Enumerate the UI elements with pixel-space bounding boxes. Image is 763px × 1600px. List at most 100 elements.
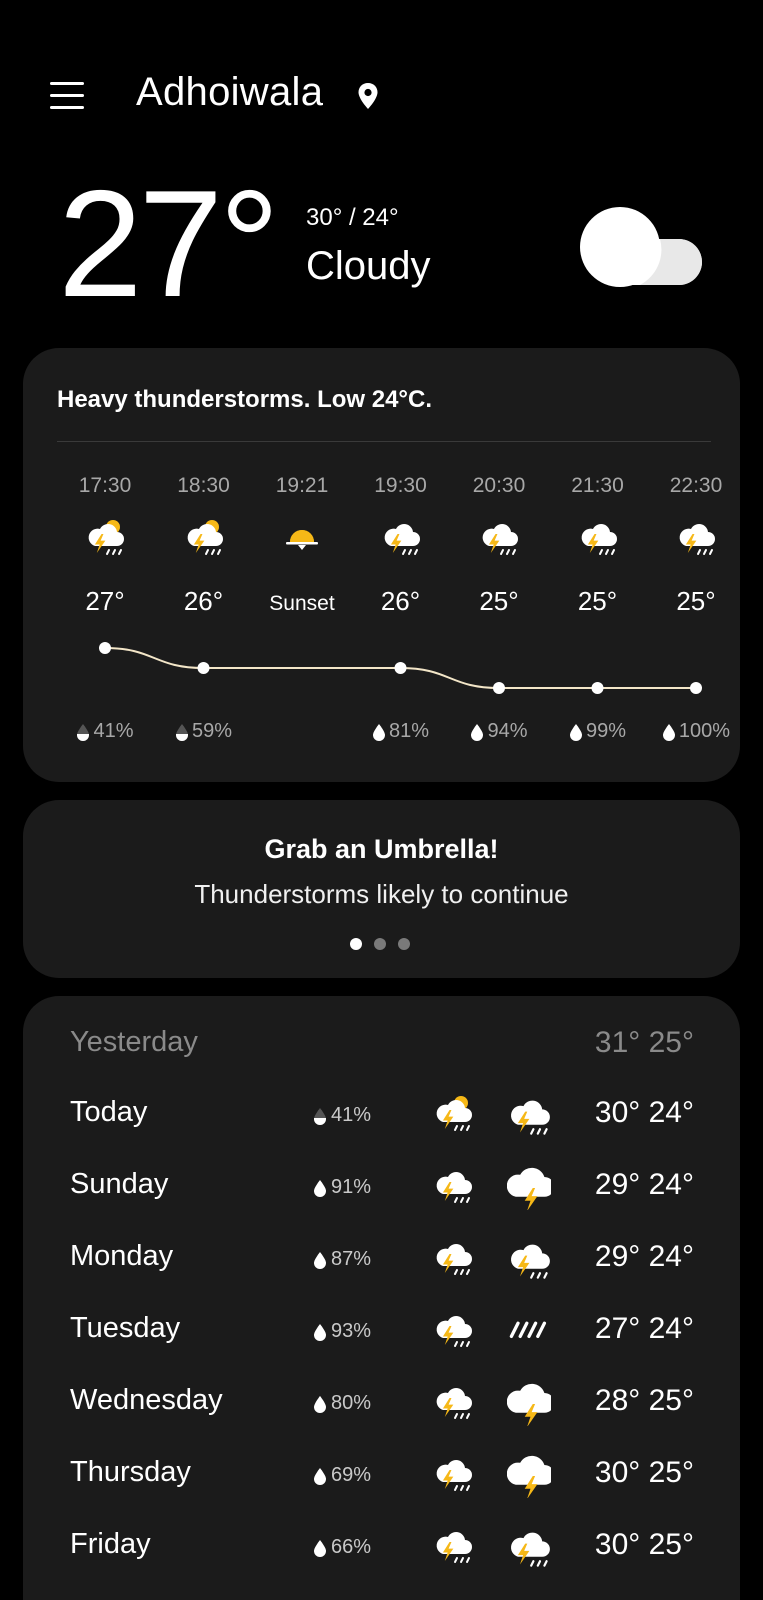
hour-precipitation: 100% (646, 720, 740, 743)
precipitation-value: 93% (331, 1320, 372, 1342)
hourly-strip[interactable]: 17:30 27° 41% 18:30 26° 59% 19:21 Sunset 19:3… (23, 348, 740, 782)
day-precipitation: 80% (313, 1392, 371, 1415)
thunderstorm-icon (436, 1460, 472, 1491)
hour-icon (252, 518, 352, 562)
page-dot-3[interactable] (398, 938, 410, 950)
day-row[interactable]: Today 41% 30° 24° (23, 1082, 740, 1154)
hour-icon (154, 518, 254, 562)
precipitation-value: 81% (388, 720, 430, 742)
day-temperatures: 27° 24° (594, 1312, 694, 1345)
thunderstorm-sun-icon (88, 520, 124, 555)
hour-precipitation: 41% (55, 720, 155, 743)
day-precipitation: 93% (313, 1320, 371, 1343)
day-icon (433, 1454, 473, 1496)
day-name: Sunday (70, 1168, 169, 1200)
thunderstorm-icon (436, 1172, 472, 1203)
temperature-trend-graph (99, 642, 702, 694)
trend-point (394, 662, 407, 674)
location-pin-icon (358, 83, 378, 109)
thunderstorm-icon (384, 524, 420, 555)
precipitation-value: 41% (331, 1104, 372, 1126)
hour-time: 19:30 (374, 474, 427, 497)
day-temperatures: 30° 25° (594, 1456, 694, 1489)
hour-temperature: 25° (577, 586, 618, 616)
day-row[interactable]: Sunday 91% 29° 24° (23, 1154, 740, 1226)
hour-precipitation: 59% (154, 720, 254, 743)
hour-icon (449, 518, 549, 562)
trend-point (99, 642, 111, 654)
night-icon (507, 1310, 551, 1352)
hour-temperature: 25° (479, 586, 519, 616)
day-temperatures: 29° 24° (594, 1168, 694, 1201)
hour-time: 17:30 (78, 474, 132, 497)
trend-point (493, 682, 505, 694)
thunderstorm-sun-icon (187, 520, 223, 555)
trend-point (690, 682, 702, 694)
menu-button[interactable] (50, 80, 86, 112)
day-row[interactable]: Tuesday 93% 27° 24° (23, 1298, 740, 1370)
hour-time: 21:30 (571, 474, 624, 497)
day-precipitation: 41% (313, 1104, 371, 1127)
tip-subtitle: Thunderstorms likely to continue (194, 879, 569, 909)
day-precipitation: 69% (313, 1464, 371, 1487)
day-precipitation: 66% (313, 1536, 371, 1559)
day-name: Thursday (70, 1456, 191, 1488)
day-name: Today (70, 1096, 148, 1128)
thunderstorm-icon (436, 1532, 472, 1563)
lightning-cloud-icon (506, 1383, 555, 1428)
current-condition: Cloudy (306, 244, 431, 288)
thunderstorm-icon (436, 1388, 472, 1419)
trend-point (197, 662, 210, 674)
day-icon (433, 1382, 473, 1424)
precipitation-value: 99% (585, 720, 627, 742)
day-temperatures: 30° 24° (594, 1096, 694, 1129)
thunderstorm-icon (679, 524, 715, 555)
day-row[interactable]: Friday 66% 30° 25° (23, 1514, 740, 1586)
day-name: Yesterday (70, 1026, 198, 1058)
precipitation-value: 91% (331, 1176, 372, 1198)
tip-card[interactable]: Grab an Umbrella! Thunderstorms likely t… (23, 800, 740, 978)
precipitation-value: 100% (678, 720, 731, 742)
precipitation-value: 59% (191, 720, 233, 742)
high-low-temperature: 30° / 24° (306, 204, 399, 231)
thunderstorm-icon (511, 1532, 550, 1567)
rain-icon (509, 1321, 547, 1339)
hourly-forecast-card[interactable]: Heavy thunderstorms. Low 24°C. 17:30 27°… (23, 348, 740, 782)
precipitation-value: 41% (93, 720, 134, 742)
day-name: Monday (70, 1240, 174, 1272)
hour-temperature: Sunset (269, 592, 335, 615)
thunderstorm-icon (436, 1316, 472, 1347)
daily-forecast-card[interactable]: Yesterday 31° 25° Today 41% 30° 24° Sund… (23, 996, 740, 1600)
day-temperatures: 31° 25° (594, 1026, 694, 1059)
day-name: Friday (70, 1528, 151, 1560)
day-icon (433, 1238, 473, 1280)
thunderstorm-icon (436, 1244, 472, 1275)
day-precipitation: 91% (313, 1176, 371, 1199)
day-row[interactable]: Wednesday 80% 28° 25° (23, 1370, 740, 1442)
cloud-icon (580, 207, 702, 287)
sunset-icon (286, 530, 318, 558)
night-icon (507, 1094, 551, 1136)
night-icon (507, 1238, 551, 1280)
hour-time: 20:30 (472, 474, 526, 497)
menu-icon (50, 82, 84, 85)
thunderstorm-sun-icon (436, 1096, 472, 1131)
thunderstorm-icon (482, 524, 518, 555)
day-row[interactable]: Monday 87% 29° 24° (23, 1226, 740, 1298)
hour-temperature: 27° (85, 586, 125, 616)
day-icon (433, 1166, 473, 1208)
night-icon (506, 1454, 555, 1500)
page-dot-1[interactable] (350, 938, 362, 950)
thunderstorm-icon (511, 1100, 550, 1135)
page-dot-2[interactable] (374, 938, 386, 950)
night-icon (507, 1526, 551, 1568)
hour-precipitation: 94% (449, 720, 549, 743)
day-row[interactable]: Thursday 69% 30° 25° (23, 1442, 740, 1514)
location-name[interactable]: Adhoiwala (136, 70, 323, 115)
thunderstorm-icon (511, 1244, 550, 1279)
night-icon (506, 1166, 555, 1212)
hour-time: 22:30 (669, 474, 723, 497)
day-icon (433, 1094, 473, 1136)
day-name: Tuesday (70, 1312, 181, 1344)
day-icon (433, 1526, 473, 1568)
